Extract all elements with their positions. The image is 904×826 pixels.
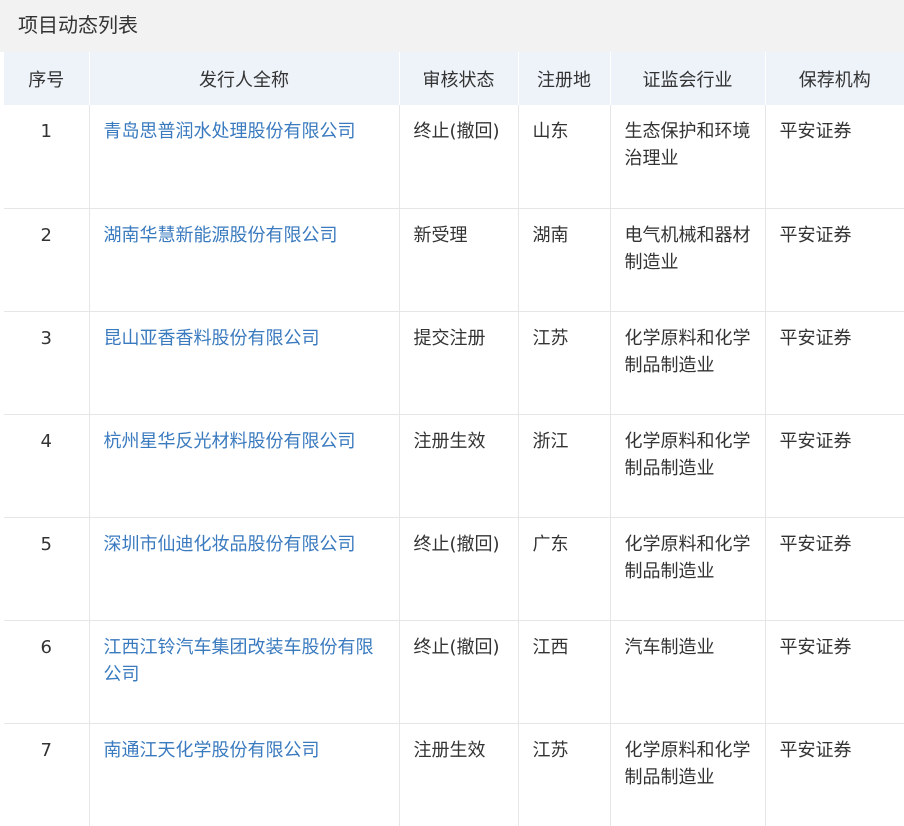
issuer-name-link[interactable]: 昆山亚香香料股份有限公司 [89,311,400,415]
table-row: 4 杭州星华反光材料股份有限公司 注册生效 浙江 化学原料和化学制品制造业 平安… [4,414,904,518]
table-row: 6 江西江铃汽车集团改装车股份有限公司 终止(撤回) 江西 汽车制造业 平安证券 [4,620,904,724]
table-body: 1 青岛思普润水处理股份有限公司 终止(撤回) 山东 生态保护和环境治理业 平安… [4,105,904,826]
cell-sponsor: 平安证券 [765,517,904,621]
cell-review-status: 提交注册 [399,311,519,415]
cell-csrc-industry: 电气机械和器材制造业 [610,208,766,312]
issuer-name-link[interactable]: 青岛思普润水处理股份有限公司 [89,105,400,209]
cell-registered-place: 湖南 [518,208,611,312]
cell-review-status: 终止(撤回) [399,517,519,621]
issuer-name-link[interactable]: 深圳市仙迪化妆品股份有限公司 [89,517,400,621]
table-row: 2 湖南华慧新能源股份有限公司 新受理 湖南 电气机械和器材制造业 平安证券 [4,208,904,312]
table-row: 1 青岛思普润水处理股份有限公司 终止(撤回) 山东 生态保护和环境治理业 平安… [4,105,904,209]
cell-csrc-industry: 化学原料和化学制品制造业 [610,414,766,518]
cell-index: 1 [4,105,90,209]
cell-csrc-industry: 生态保护和环境治理业 [610,105,766,209]
table-header-row: 序号 发行人全称 审核状态 注册地 证监会行业 保荐机构 [4,52,904,105]
cell-index: 4 [4,414,90,518]
column-header-registered-place: 注册地 [518,52,611,105]
column-header-csrc-industry: 证监会行业 [610,52,766,105]
cell-review-status: 新受理 [399,208,519,312]
panel-title: 项目动态列表 [0,0,904,52]
cell-review-status: 注册生效 [399,723,519,826]
issuer-name-link[interactable]: 江西江铃汽车集团改装车股份有限公司 [89,620,400,724]
cell-sponsor: 平安证券 [765,105,904,209]
cell-csrc-industry: 化学原料和化学制品制造业 [610,311,766,415]
cell-registered-place: 广东 [518,517,611,621]
cell-index: 2 [4,208,90,312]
cell-registered-place: 浙江 [518,414,611,518]
column-header-review-status: 审核状态 [399,52,519,105]
cell-sponsor: 平安证券 [765,311,904,415]
column-header-index: 序号 [4,52,90,105]
cell-registered-place: 江西 [518,620,611,724]
cell-review-status: 注册生效 [399,414,519,518]
cell-review-status: 终止(撤回) [399,105,519,209]
column-header-sponsor: 保荐机构 [765,52,904,105]
issuer-name-link[interactable]: 杭州星华反光材料股份有限公司 [89,414,400,518]
cell-csrc-industry: 汽车制造业 [610,620,766,724]
table-row: 7 南通江天化学股份有限公司 注册生效 江苏 化学原料和化学制品制造业 平安证券 [4,723,904,826]
cell-index: 7 [4,723,90,826]
cell-registered-place: 江苏 [518,723,611,826]
cell-csrc-industry: 化学原料和化学制品制造业 [610,723,766,826]
cell-registered-place: 山东 [518,105,611,209]
issuer-name-link[interactable]: 湖南华慧新能源股份有限公司 [89,208,400,312]
cell-sponsor: 平安证券 [765,620,904,724]
cell-index: 6 [4,620,90,724]
cell-sponsor: 平安证券 [765,414,904,518]
column-header-issuer-name: 发行人全称 [89,52,400,105]
project-table: 序号 发行人全称 审核状态 注册地 证监会行业 保荐机构 1 青岛思普润水处理股… [4,52,904,826]
table-row: 5 深圳市仙迪化妆品股份有限公司 终止(撤回) 广东 化学原料和化学制品制造业 … [4,517,904,621]
cell-index: 5 [4,517,90,621]
cell-registered-place: 江苏 [518,311,611,415]
issuer-name-link[interactable]: 南通江天化学股份有限公司 [89,723,400,826]
cell-sponsor: 平安证券 [779,739,852,761]
cell-sponsor: 平安证券 [765,208,904,312]
cell-review-status: 终止(撤回) [399,620,519,724]
cell-index: 3 [4,311,90,415]
table-row: 3 昆山亚香香料股份有限公司 提交注册 江苏 化学原料和化学制品制造业 平安证券 [4,311,904,415]
cell-csrc-industry: 化学原料和化学制品制造业 [610,517,766,621]
